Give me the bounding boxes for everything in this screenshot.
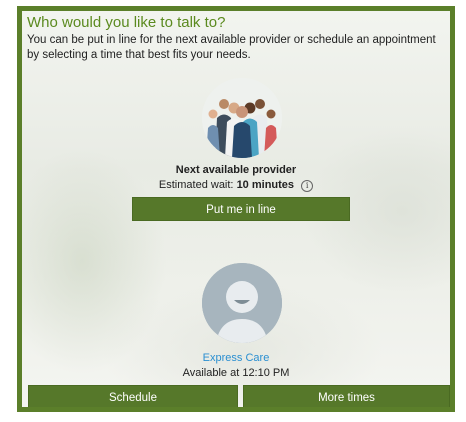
person-placeholder-icon <box>202 263 282 343</box>
put-me-in-line-button[interactable]: Put me in line <box>132 197 350 221</box>
estimated-wait: Estimated wait: 10 minutes i <box>22 179 450 192</box>
express-care-link[interactable]: Express Care <box>22 352 450 364</box>
express-care-avatar <box>202 263 282 343</box>
availability-text: Available at 12:10 PM <box>182 367 290 379</box>
wait-prefix: Estimated wait: <box>158 179 234 191</box>
panel-title: Who would you like to talk to? <box>27 14 226 31</box>
next-available-label: Next available provider <box>175 164 297 176</box>
group-of-providers-image <box>202 78 282 158</box>
more-times-button[interactable]: More times <box>243 385 450 407</box>
info-icon[interactable]: i <box>301 180 314 192</box>
provider-group-avatar <box>202 78 282 158</box>
wait-value: 10 minutes <box>236 179 295 191</box>
schedule-button[interactable]: Schedule <box>28 385 238 407</box>
provider-selection-panel: Who would you like to talk to? You can b… <box>17 6 455 412</box>
intro-text: You can be put in line for the next avai… <box>27 34 436 61</box>
